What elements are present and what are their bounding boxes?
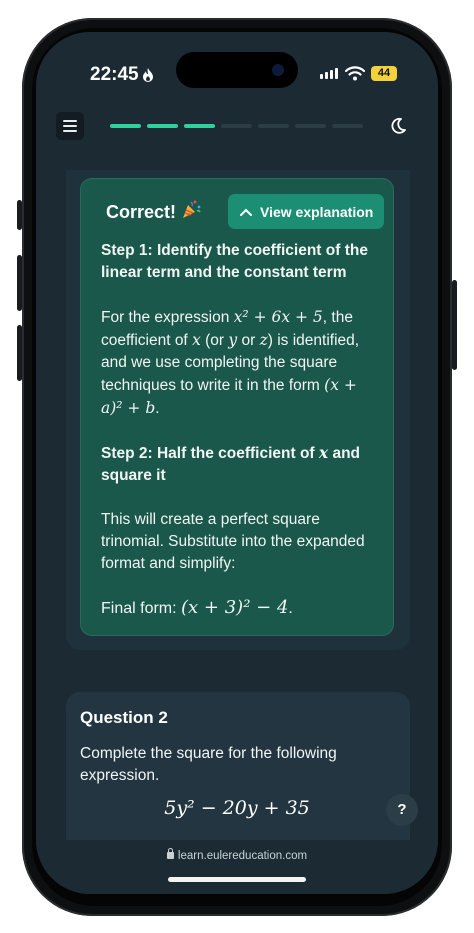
final-form: Final form: (x + 3)² − 4. bbox=[101, 597, 293, 618]
step2-title: Step 2: Half the coefficient of x and sq… bbox=[101, 443, 361, 484]
camera-icon bbox=[272, 64, 284, 76]
action-button bbox=[17, 200, 22, 230]
final-expression: (x + 3)² − 4 bbox=[181, 597, 289, 618]
url-bar[interactable]: learn.eulereducation.com bbox=[36, 848, 438, 862]
signal-icon bbox=[320, 68, 338, 79]
question-expression: 5y² − 20y + 35 bbox=[164, 797, 310, 819]
step1-body: For the expression x² + 6x + 5, the coef… bbox=[101, 308, 360, 417]
view-explanation-label: View explanation bbox=[260, 203, 374, 220]
dynamic-island bbox=[176, 52, 298, 88]
lesson-progress bbox=[110, 124, 363, 128]
chevron-up-icon bbox=[240, 208, 252, 216]
math-expression: x² + 6x + 5 bbox=[233, 308, 323, 326]
lock-icon bbox=[166, 848, 174, 859]
home-indicator[interactable] bbox=[168, 877, 306, 882]
progress-segment bbox=[221, 124, 252, 128]
flame-icon bbox=[143, 68, 153, 82]
progress-segment bbox=[184, 124, 215, 128]
url-text: learn.eulereducation.com bbox=[177, 850, 308, 862]
view-explanation-button[interactable]: View explanation bbox=[228, 194, 384, 229]
wifi-icon bbox=[345, 66, 365, 81]
progress-segment bbox=[258, 124, 289, 128]
step2-body: This will create a perfect square trinom… bbox=[101, 511, 365, 572]
volume-up-button bbox=[17, 255, 22, 311]
screen: 22:45 44 Correct! View explanation Step … bbox=[36, 32, 438, 894]
party-popper-icon bbox=[183, 200, 201, 218]
battery-icon: 44 bbox=[371, 66, 397, 81]
progress-segment bbox=[295, 124, 326, 128]
progress-segment bbox=[332, 124, 363, 128]
volume-down-button bbox=[17, 325, 22, 381]
menu-button[interactable] bbox=[56, 112, 84, 140]
progress-segment bbox=[110, 124, 141, 128]
step1-title: Step 1: Identify the coefficient of the … bbox=[101, 242, 368, 281]
status-time: 22:45 bbox=[90, 64, 139, 85]
power-button bbox=[452, 280, 457, 370]
question-text: Complete the square for the following ex… bbox=[80, 745, 337, 784]
moon-icon[interactable] bbox=[388, 116, 408, 136]
help-button[interactable]: ? bbox=[386, 794, 418, 826]
question-title: Question 2 bbox=[80, 708, 168, 727]
progress-segment bbox=[147, 124, 178, 128]
browser-bar bbox=[36, 840, 438, 894]
correct-label: Correct! bbox=[106, 202, 177, 222]
